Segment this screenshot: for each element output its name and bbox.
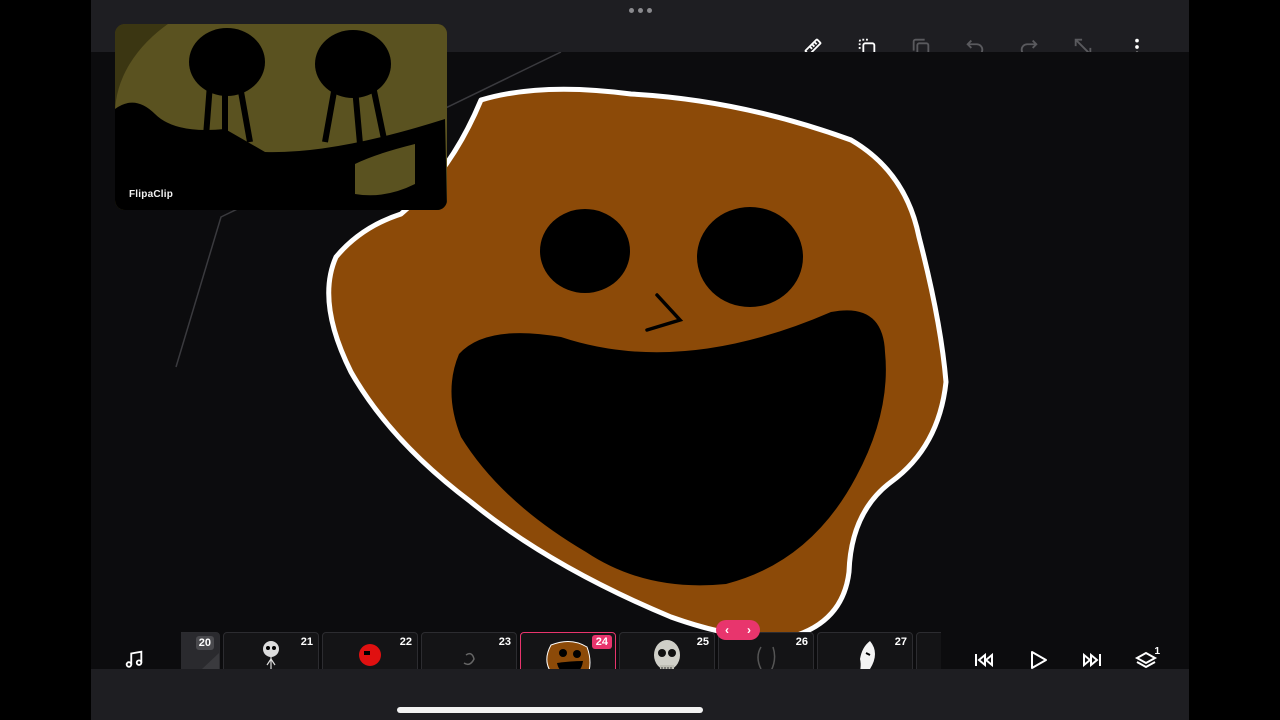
frame-number: 20 [195,636,214,650]
layers-count: 1 [1154,646,1160,657]
frame-number: 22 [399,636,412,648]
app-window: FlipaClip ‹ › 20 21 22 23 24 25 26 27 1 [91,0,1189,720]
frame-number: 21 [300,636,313,648]
next-frame-arrow[interactable]: › [747,620,751,640]
frame-number: 25 [696,636,709,648]
reference-image [115,24,447,210]
multitask-handle[interactable] [628,8,652,16]
frame-number: 27 [894,636,907,648]
reference-image-panel[interactable]: FlipaClip [115,24,447,210]
frame-number: 24 [591,635,612,649]
home-indicator[interactable] [397,707,703,713]
frame-nav-pill[interactable]: ‹ › [716,620,760,640]
drawing-canvas[interactable]: FlipaClip [91,24,1189,669]
music-note-icon [125,650,143,668]
frame-number: 23 [498,636,511,648]
frame-number: 26 [795,636,808,648]
previous-frame-arrow[interactable]: ‹ [725,620,729,640]
watermark-text: FlipaClip [129,189,174,200]
